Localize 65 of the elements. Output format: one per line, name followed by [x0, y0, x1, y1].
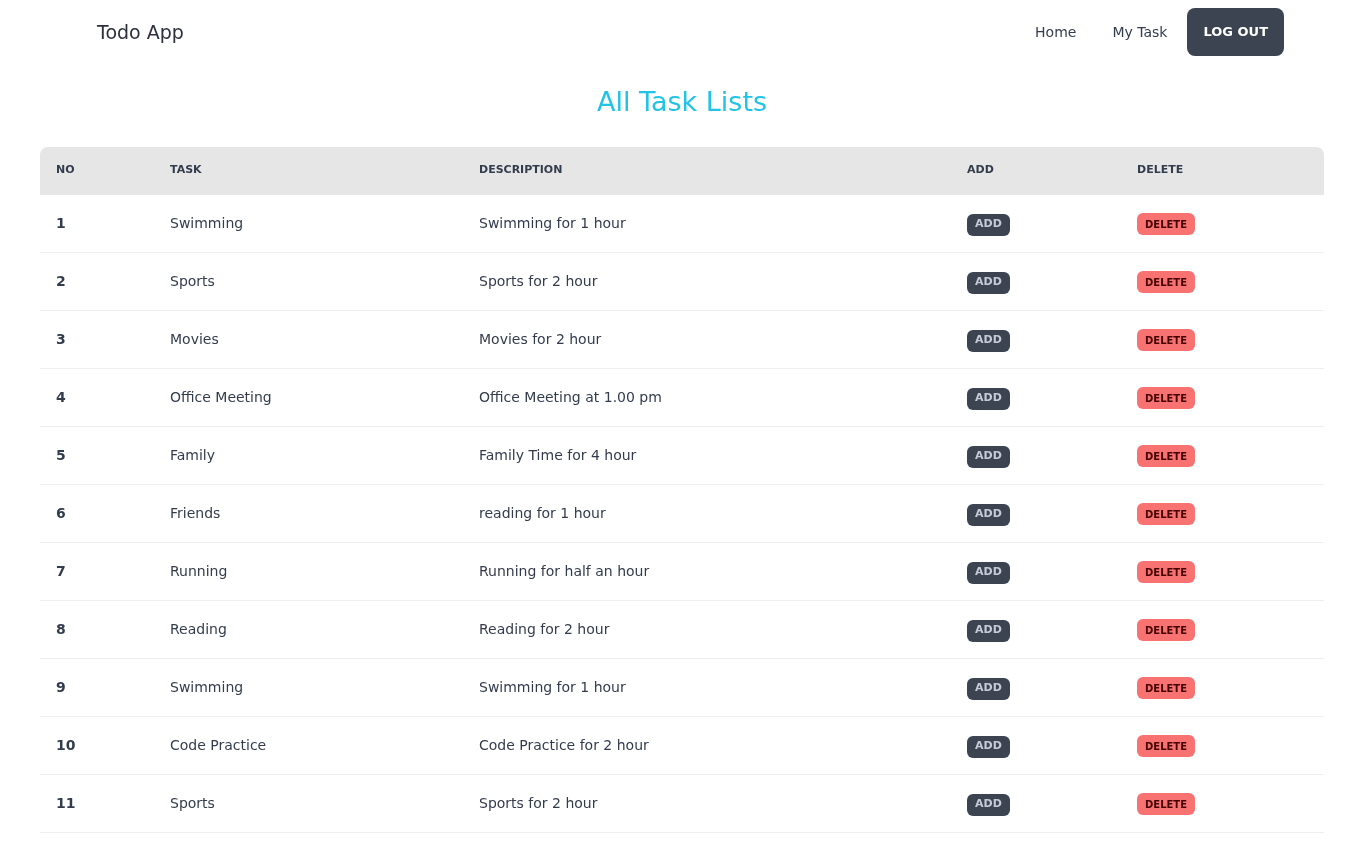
column-header: NO [55, 162, 76, 179]
column-header: DELETE [1137, 162, 1185, 179]
page-title: All Task Lists [595, 85, 769, 119]
task-description: Sports for 2 hour [479, 793, 599, 813]
add-button[interactable]: ADD [967, 735, 1010, 758]
row-number: 9 [55, 677, 67, 697]
task-name: Code Practice [170, 735, 268, 755]
delete-button[interactable]: DELETE [1137, 619, 1195, 642]
add-button[interactable]: ADD [967, 619, 1010, 642]
task-name: Swimming [170, 213, 245, 233]
row-number: 1 [55, 213, 67, 233]
task-description: reading for 1 hour [479, 503, 607, 523]
delete-button[interactable]: DELETE [1137, 735, 1195, 758]
row-number: 5 [55, 445, 67, 465]
add-button[interactable]: ADD [967, 213, 1010, 236]
task-name: Family [170, 445, 217, 465]
add-button[interactable]: ADD [967, 503, 1010, 526]
delete-button[interactable]: DELETE [1137, 445, 1195, 468]
app-brand[interactable]: Todo App [97, 17, 184, 47]
task-description: Reading for 2 hour [479, 619, 611, 639]
column-header: ADD [967, 162, 995, 179]
add-button[interactable]: ADD [967, 387, 1010, 410]
delete-button[interactable]: DELETE [1137, 793, 1195, 816]
column-header: TASK [170, 162, 203, 179]
task-description: Movies for 2 hour [479, 329, 603, 349]
add-button[interactable]: ADD [967, 329, 1010, 352]
row-number: 8 [55, 619, 67, 639]
task-name: Sports [170, 271, 216, 291]
task-name: Running [170, 561, 229, 581]
task-name: Sports [170, 793, 216, 813]
delete-button[interactable]: DELETE [1137, 213, 1195, 236]
row-number: 6 [55, 503, 67, 523]
delete-button[interactable]: DELETE [1137, 387, 1195, 410]
task-name: Movies [170, 329, 220, 349]
delete-button[interactable]: DELETE [1137, 503, 1195, 526]
delete-button[interactable]: DELETE [1137, 271, 1195, 294]
task-name: Reading [170, 619, 228, 639]
add-button[interactable]: ADD [967, 445, 1010, 468]
task-description: Office Meeting at 1.00 pm [479, 387, 663, 407]
row-number: 7 [55, 561, 67, 581]
task-description: Family Time for 4 hour [479, 445, 638, 465]
task-description: Sports for 2 hour [479, 271, 599, 291]
task-name: Office Meeting [170, 387, 273, 407]
task-description: Swimming for 1 hour [479, 213, 627, 233]
row-number: 11 [55, 793, 77, 813]
column-header: DESCRIPTION [479, 162, 564, 179]
add-button[interactable]: ADD [967, 677, 1010, 700]
task-description: Running for half an hour [479, 561, 651, 581]
task-name: Friends [170, 503, 222, 523]
nav-link[interactable]: My Task [1096, 13, 1184, 51]
add-button[interactable]: ADD [967, 271, 1010, 294]
delete-button[interactable]: DELETE [1137, 329, 1195, 352]
nav-link[interactable]: Home [1019, 13, 1093, 51]
task-name: Swimming [170, 677, 245, 697]
row-number: 3 [55, 329, 67, 349]
logout-button[interactable]: LOG OUT [1187, 8, 1284, 56]
delete-button[interactable]: DELETE [1137, 677, 1195, 700]
add-button[interactable]: ADD [967, 561, 1010, 584]
task-description: Swimming for 1 hour [479, 677, 627, 697]
delete-button[interactable]: DELETE [1137, 561, 1195, 584]
add-button[interactable]: ADD [967, 793, 1010, 816]
row-number: 10 [55, 735, 77, 755]
row-number: 4 [55, 387, 67, 407]
row-number: 2 [55, 271, 67, 291]
task-description: Code Practice for 2 hour [479, 735, 650, 755]
